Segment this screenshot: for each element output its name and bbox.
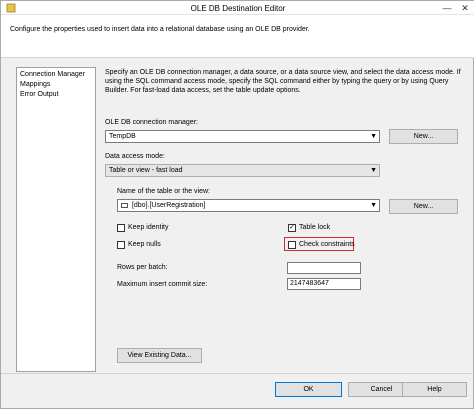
footer-divider (1, 373, 474, 374)
nav-item-error-output[interactable]: Error Output (20, 91, 59, 98)
conn-manager-select[interactable]: TempDB ▼ (105, 130, 380, 143)
window-title: OLE DB Destination Editor (190, 4, 286, 13)
ok-button[interactable]: OK (275, 382, 342, 397)
new-connection-button[interactable]: New... (389, 129, 458, 144)
view-existing-data-button[interactable]: View Existing Data... (117, 348, 202, 363)
chevron-down-icon: ▼ (370, 133, 377, 140)
dialog-window: OLE DB Destination Editor — ✕ Configure … (0, 0, 474, 409)
title-bar: OLE DB Destination Editor — ✕ (1, 1, 474, 15)
conn-manager-label: OLE DB connection manager: (105, 119, 198, 126)
table-lock-checkbox[interactable]: ✓ (288, 224, 296, 232)
nav-list: Connection Manager Mappings Error Output (16, 67, 96, 372)
header-panel: Configure the properties used to insert … (1, 15, 474, 58)
table-lock-label: Table lock (299, 224, 331, 231)
max-commit-size-input[interactable]: 2147483647 (287, 278, 361, 290)
rows-per-batch-label: Rows per batch: (117, 264, 168, 271)
keep-identity-label: Keep identity (128, 224, 169, 231)
access-mode-label: Data access mode: (105, 153, 165, 160)
table-name-label: Name of the table or the view: (117, 188, 210, 195)
table-icon (121, 202, 128, 208)
help-button[interactable]: Help (402, 382, 467, 397)
keep-identity-checkbox[interactable] (117, 224, 125, 232)
new-table-button[interactable]: New... (389, 199, 458, 214)
chevron-down-icon: ▼ (370, 202, 377, 209)
chevron-down-icon: ▼ (370, 167, 377, 174)
check-constraints-label: Check constraints (299, 241, 355, 248)
header-description: Configure the properties used to insert … (10, 26, 310, 33)
access-mode-value: Table or view - fast load (109, 167, 183, 174)
check-constraints-checkbox[interactable] (288, 241, 296, 249)
max-commit-size-label: Maximum insert commit size: (117, 281, 208, 288)
rows-per-batch-input[interactable] (287, 262, 361, 274)
table-name-value: [dbo].[UserRegistration] (131, 202, 206, 209)
nav-item-connection-manager[interactable]: Connection Manager (20, 71, 85, 78)
table-name-select[interactable]: [dbo].[UserRegistration] ▼ (117, 199, 380, 212)
nav-item-mappings[interactable]: Mappings (20, 81, 50, 88)
close-icon[interactable]: ✕ (456, 1, 474, 15)
minimize-icon[interactable]: — (438, 1, 456, 15)
main-description: Specify an OLE DB connection manager, a … (105, 69, 461, 94)
conn-manager-value: TempDB (109, 133, 136, 140)
access-mode-select[interactable]: Table or view - fast load ▼ (105, 164, 380, 177)
keep-nulls-checkbox[interactable] (117, 241, 125, 249)
keep-nulls-label: Keep nulls (128, 241, 161, 248)
